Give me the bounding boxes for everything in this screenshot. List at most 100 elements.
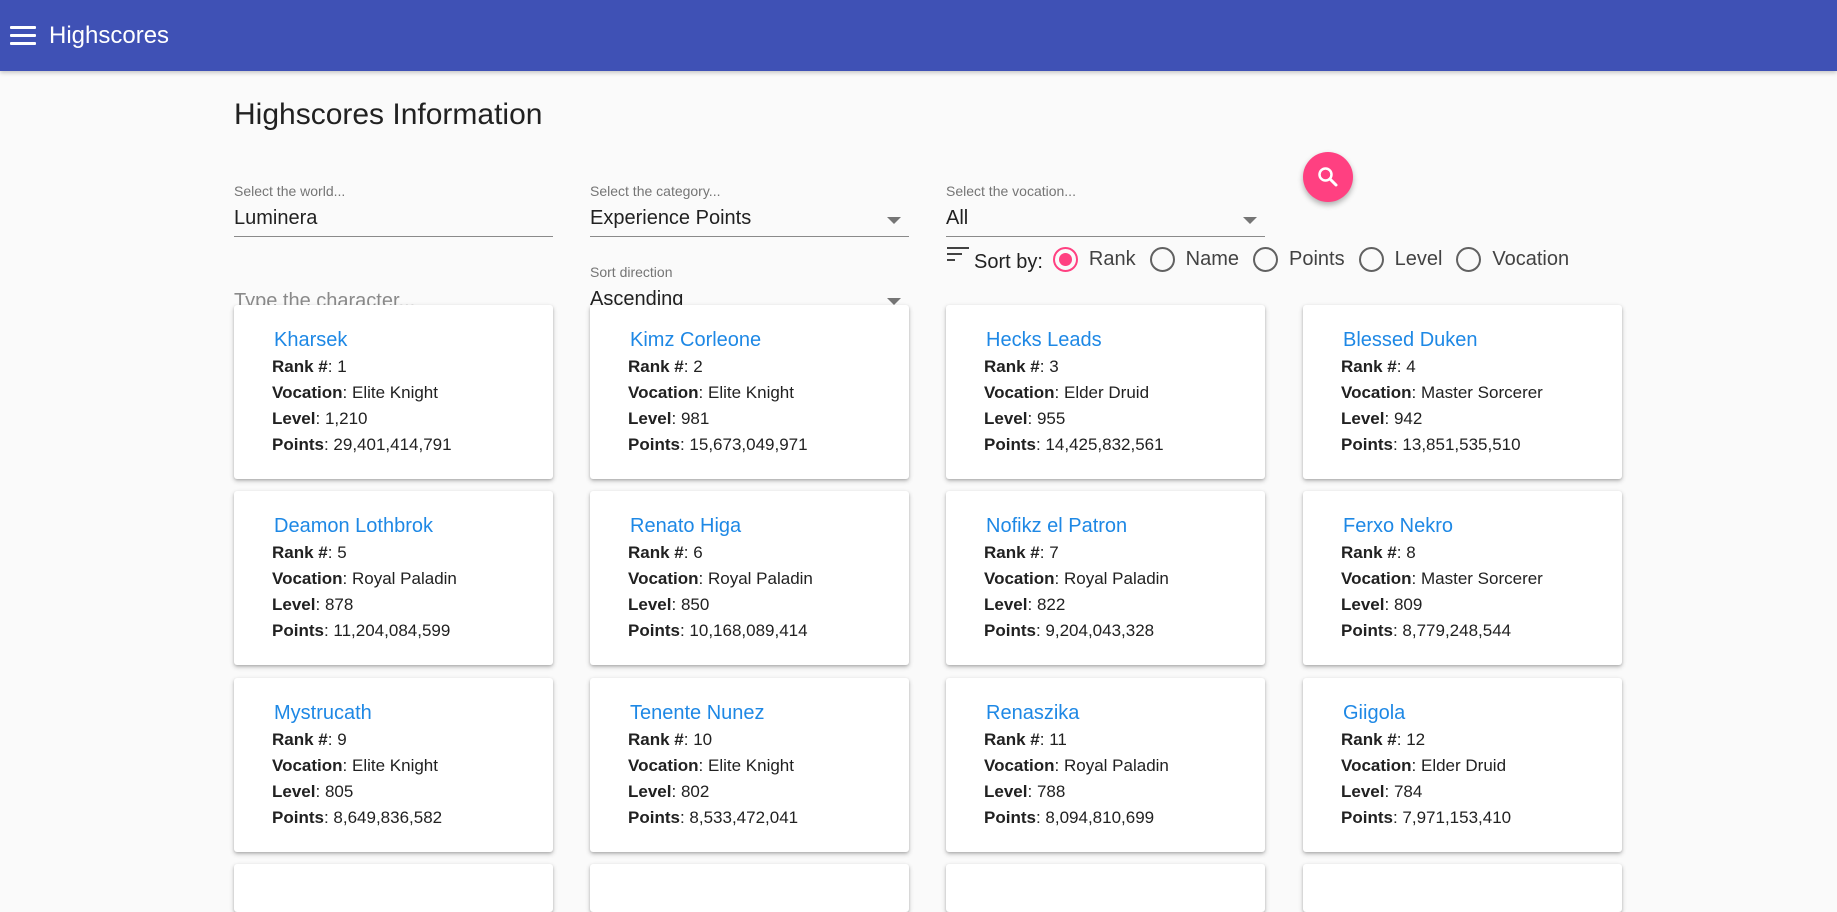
player-name-link[interactable]: Mystrucath [274,702,515,725]
radio-circle [1149,246,1175,272]
points-label: Points [984,621,1036,640]
player-name-link[interactable]: Deamon Lothbrok [274,515,515,538]
points-label: Points [628,435,680,454]
player-level-row: Level: 784 [1341,782,1423,801]
points-value: 11,204,084,599 [333,621,451,640]
player-points-row: Points: 11,204,084,599 [272,621,451,640]
points-value: 13,851,535,510 [1402,435,1521,454]
radio-label: Name [1185,247,1239,270]
menu-icon[interactable] [10,21,37,51]
sort-radio-name[interactable]: Name [1149,246,1239,272]
vocation-value: Elite Knight [707,756,794,775]
sort-by-group: Sort by: Rank Name Points Level Vocation [946,244,1583,274]
vocation-select[interactable]: Select the vocation... All [946,183,1265,237]
rank-label: Rank # [628,543,684,562]
player-card [946,864,1265,912]
player-points-row: Points: 29,401,414,791 [272,435,452,454]
rank-label: Rank # [272,357,328,376]
vocation-value: Master Sorcerer [1420,383,1543,402]
vocation-value: Elder Druid [1420,756,1507,775]
rank-value: 12 [1406,730,1426,749]
points-value: 10,168,089,414 [689,621,808,640]
player-rank-row: Rank #: 1 [272,357,347,376]
player-vocation-row: Vocation: Elite Knight [628,383,794,402]
vocation-value: Royal Paladin [1063,756,1169,775]
radio-label: Vocation [1492,247,1570,270]
player-name-link[interactable]: Kimz Corleone [630,329,871,352]
level-label: Level [628,782,672,801]
vocation-label: Vocation [984,569,1055,588]
player-points-row: Points: 8,094,810,699 [984,808,1155,827]
sort-radio-rank[interactable]: Rank [1052,246,1136,272]
points-label: Points [272,808,324,827]
vocation-value: Elite Knight [707,383,794,402]
category-select[interactable]: Select the category... Experience Points [590,183,909,237]
rank-label: Rank # [1341,357,1397,376]
points-value: 15,673,049,971 [689,435,808,454]
player-rank-row: Rank #: 11 [984,730,1067,749]
player-vocation-row: Vocation: Elite Knight [628,756,794,775]
points-value: 8,094,810,699 [1045,808,1155,827]
points-value: 29,401,414,791 [333,435,452,454]
player-name-link[interactable]: Kharsek [274,329,515,352]
player-level-row: Level: 788 [984,782,1066,801]
player-level-row: Level: 805 [272,782,354,801]
player-name-link[interactable]: Renato Higa [630,515,871,538]
level-value: 805 [324,782,354,801]
player-card [234,864,553,912]
player-points-row: Points: 14,425,832,561 [984,435,1164,454]
player-name-link[interactable]: Ferxo Nekro [1343,515,1584,538]
vocation-label: Vocation [1341,756,1412,775]
player-card: Hecks Leads Rank #: 3 Vocation: Elder Drui… [946,305,1265,479]
vocation-value: Master Sorcerer [1420,569,1543,588]
player-rank-row: Rank #: 10 [628,730,713,749]
search-button[interactable] [1303,152,1353,202]
player-name-link[interactable]: Renaszika [986,702,1227,725]
level-label: Level [1341,782,1385,801]
radio-circle [1456,246,1482,272]
radio-label: Rank [1088,247,1136,270]
vocation-label: Vocation [272,569,343,588]
chevron-down-icon [1243,217,1257,224]
sort-radio-level[interactable]: Level [1358,246,1442,272]
player-points-row: Points: 13,851,535,510 [1341,435,1521,454]
sort-radio-points[interactable]: Points [1252,246,1345,272]
vocation-label: Vocation [984,383,1055,402]
player-level-row: Level: 850 [628,595,710,614]
player-name-link[interactable]: Nofikz el Patron [986,515,1227,538]
player-name-link[interactable]: Tenente Nunez [630,702,871,725]
chevron-down-icon [887,298,901,305]
rank-value: 7 [1049,543,1059,562]
app-title: Highscores [49,21,170,49]
category-label: Select the category... [590,183,721,199]
rank-value: 2 [693,357,703,376]
player-card: Mystrucath Rank #: 9 Vocation: Elite Knigh… [234,678,553,852]
sort-radio-vocation[interactable]: Vocation [1456,246,1570,272]
player-name-link[interactable]: Blessed Duken [1343,329,1584,352]
player-name-link[interactable]: Hecks Leads [986,329,1227,352]
level-value: 809 [1393,595,1423,614]
level-value: 878 [324,595,354,614]
radio-circle [1252,246,1278,272]
level-label: Level [984,782,1028,801]
sort-radio-group: Rank Name Points Level Vocation [1052,246,1583,272]
player-rank-row: Rank #: 9 [272,730,347,749]
player-card: Giigola Rank #: 12 Vocation: Elder Druid Le… [1303,678,1622,852]
vocation-label: Vocation [272,756,343,775]
world-select[interactable]: Select the world... Luminera [234,183,553,237]
level-label: Level [272,782,316,801]
player-rank-row: Rank #: 8 [1341,543,1416,562]
player-card: Nofikz el Patron Rank #: 7 Vocation: Royal… [946,491,1265,665]
player-vocation-row: Vocation: Royal Paladin [272,569,457,588]
player-level-row: Level: 955 [984,409,1066,428]
points-label: Points [1341,808,1393,827]
points-label: Points [272,621,324,640]
player-vocation-row: Vocation: Royal Paladin [628,569,813,588]
rank-label: Rank # [1341,730,1397,749]
points-label: Points [628,621,680,640]
chevron-down-icon [887,217,901,224]
player-card: Blessed Duken Rank #: 4 Vocation: Master S… [1303,305,1622,479]
player-level-row: Level: 981 [628,409,710,428]
rank-label: Rank # [628,357,684,376]
player-name-link[interactable]: Giigola [1343,702,1584,725]
